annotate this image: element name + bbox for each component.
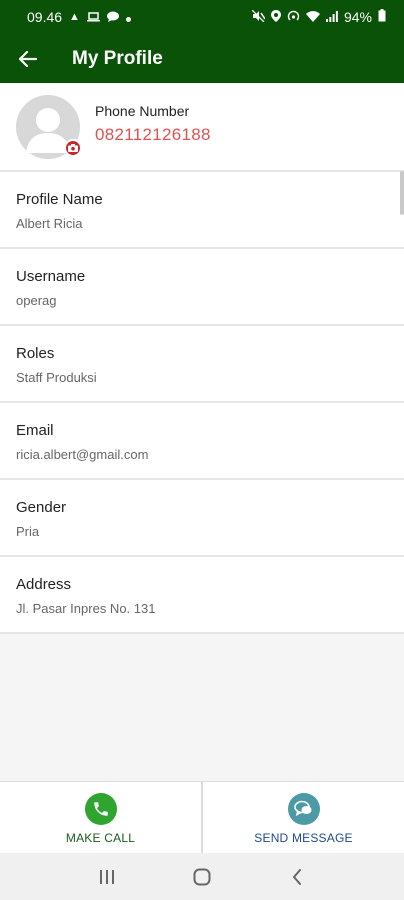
home-icon [193, 868, 211, 885]
field-value: Pria [16, 524, 40, 539]
field-label: Email [16, 422, 54, 439]
field-value: Albert Ricia [16, 216, 83, 231]
phone-value[interactable]: 082112126188 [95, 125, 211, 145]
field-label: Gender [16, 499, 67, 516]
field-label: Address [16, 576, 72, 593]
signal-icon [325, 9, 338, 25]
make-call-button[interactable]: MAKE CALL [0, 782, 201, 853]
field-gender: Gender Pria [0, 480, 404, 557]
field-label: Username [16, 268, 86, 285]
home-button[interactable] [182, 857, 222, 897]
send-message-label: SEND MESSAGE [254, 831, 353, 845]
phone-icon [84, 793, 117, 825]
toolbar: My Profile [0, 34, 404, 83]
field-label: Roles [16, 345, 55, 362]
mute-icon [251, 9, 266, 25]
field-email: Email ricia.albert@gmail.com [0, 403, 404, 480]
profile-header: Phone Number 082112126188 [0, 83, 404, 172]
page-title: My Profile [72, 47, 163, 69]
field-value: ricia.albert@gmail.com [16, 447, 149, 462]
profile-content: Phone Number 082112126188 Profile Name A… [0, 83, 404, 781]
make-call-label: MAKE CALL [65, 831, 136, 845]
field-profile-name: Profile Name Albert Ricia [0, 172, 404, 249]
chevron-left-icon [292, 868, 301, 885]
send-message-button[interactable]: SEND MESSAGE [201, 782, 404, 853]
camera-icon[interactable] [64, 138, 82, 157]
field-value: Jl. Pasar Inpres No. 131 [16, 601, 156, 616]
chat-icon [106, 9, 119, 25]
back-nav-button[interactable] [277, 857, 317, 897]
navigation-icon: ▲ [69, 10, 80, 23]
field-value: Staff Produksi [16, 370, 97, 385]
phone-block: Phone Number 082112126188 [95, 103, 211, 145]
field-label: Profile Name [16, 191, 103, 208]
wifi-icon [305, 9, 320, 25]
bottom-actions: MAKE CALL SEND MESSAGE [0, 781, 404, 853]
message-icon [287, 793, 320, 825]
field-roles: Roles Staff Produksi [0, 326, 404, 403]
field-address: Address Jl. Pasar Inpres No. 131 [0, 557, 404, 634]
app-bar: 09.46 ▲ 94% My Profile [0, 0, 404, 83]
field-username: Username operag [0, 249, 404, 326]
status-time: 09.46 [27, 9, 63, 25]
battery-icon [378, 9, 386, 25]
status-bar: 09.46 ▲ 94% [0, 0, 404, 34]
arrow-left-icon [19, 50, 37, 67]
laptop-icon [86, 9, 100, 25]
avatar-container[interactable] [16, 94, 82, 159]
field-value: operag [16, 293, 57, 308]
back-button[interactable] [0, 34, 56, 83]
scrollbar[interactable] [400, 171, 404, 215]
battery-text: 94% [343, 9, 372, 25]
location-icon [270, 9, 281, 25]
system-nav-bar [0, 853, 404, 900]
hotspot-icon [287, 9, 300, 25]
recent-apps-button[interactable] [87, 857, 127, 897]
recent-apps-icon [100, 869, 115, 884]
phone-label: Phone Number [95, 102, 190, 119]
dot-icon [125, 9, 131, 25]
